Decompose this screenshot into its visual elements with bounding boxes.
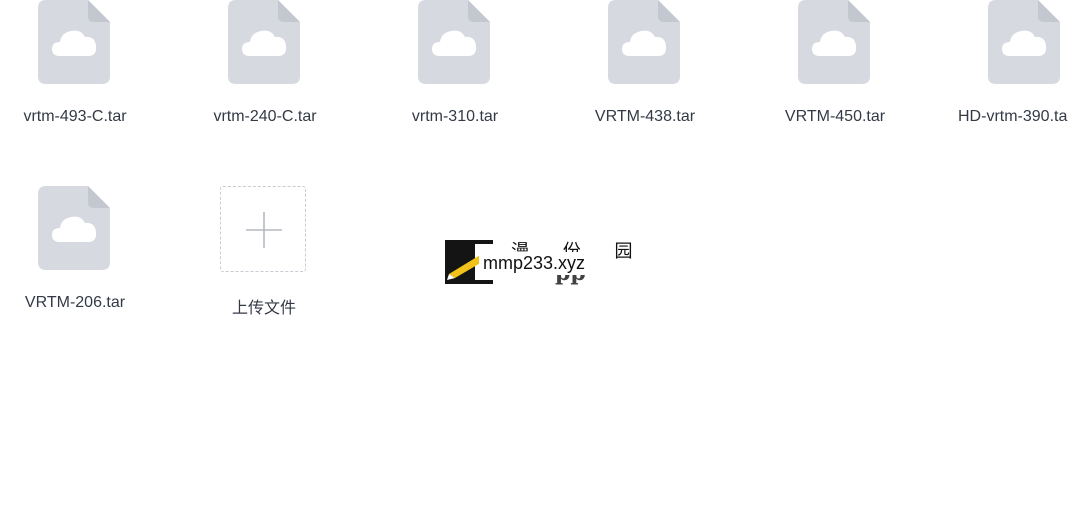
file-grid: vrtm-493-C.tar vrtm-240-C.tar vrtm-310.t… xyxy=(0,0,1080,526)
cloud-file-icon xyxy=(418,0,490,84)
file-name: VRTM-438.tar xyxy=(594,108,696,125)
file-name: VRTM-206.tar xyxy=(24,294,126,311)
cloud-file-icon xyxy=(798,0,870,84)
cloud-file-icon xyxy=(38,0,110,84)
file-name: vrtm-493-C.tar xyxy=(23,108,127,125)
file-name: vrtm-240-C.tar xyxy=(213,108,317,125)
file-name: VRTM-450.tar xyxy=(784,108,886,125)
cloud-file-icon xyxy=(228,0,300,84)
plus-icon xyxy=(246,212,282,248)
watermark: 漫 份 园 pp mmp233.xyz xyxy=(445,240,635,286)
file-name: HD-vrtm-390.ta xyxy=(958,108,1068,125)
upload-button[interactable] xyxy=(220,186,306,272)
cloud-file-icon xyxy=(608,0,680,84)
upload-label: 上传文件 xyxy=(231,300,296,317)
file-item[interactable]: HD-vrtm-390.ta xyxy=(950,0,1080,140)
watermark-text: mmp233.xyz xyxy=(479,252,590,275)
file-name: vrtm-310.tar xyxy=(411,108,499,125)
cloud-file-icon xyxy=(988,0,1060,84)
cloud-file-icon xyxy=(38,186,110,270)
